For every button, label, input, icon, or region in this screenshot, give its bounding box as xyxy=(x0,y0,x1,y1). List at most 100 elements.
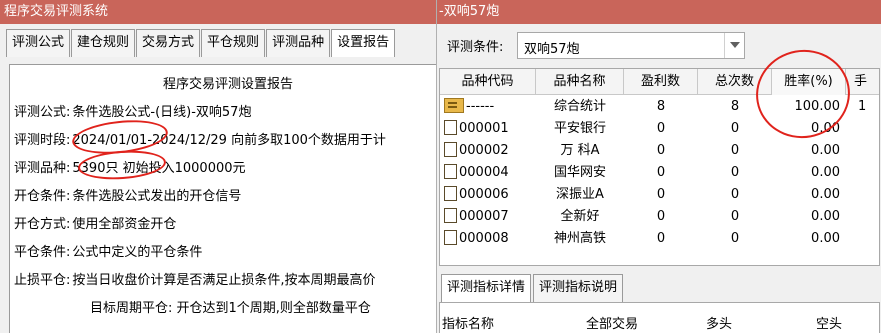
report-line-value: 使用全部资金开仓 xyxy=(72,217,177,232)
cell-name: 万 科A xyxy=(560,143,600,158)
cell-code-text: 000001 xyxy=(459,121,509,136)
condition-value: 双响57炮 xyxy=(524,42,580,57)
settings-report-panel: 程序交易评测设置报告 评测公式: 条件选股公式-(日线)-双响57炮 评测时段: 2… xyxy=(9,64,436,333)
cell-code-text: 000002 xyxy=(459,143,509,158)
cell-name: 全新好 xyxy=(560,209,600,224)
report-line-formula: 评测公式: 条件选股公式-(日线)-双响57炮 xyxy=(14,103,251,123)
cell-total: 0 xyxy=(730,187,740,202)
column-header-name[interactable]: 品种名称 xyxy=(536,69,624,95)
metrics-header-all-trades: 全部交易 xyxy=(586,317,639,332)
cell-win-rate: 0.00 xyxy=(811,143,840,158)
tab-exit-rules[interactable]: 平仓规则 xyxy=(201,29,266,57)
table-row[interactable]: 000007 全新好 0 0 0.00 xyxy=(440,206,879,228)
cell-total: 8 xyxy=(730,99,740,114)
report-heading: 程序交易评测设置报告 xyxy=(162,77,293,92)
tab-metric-description[interactable]: 评测指标说明 xyxy=(533,274,624,302)
results-window: -双响57炮 评测条件: 双响57炮 品种代码 品种名称 盈利数 总次数 胜率(… xyxy=(436,0,881,333)
tab-entry-rules[interactable]: 建仓规则 xyxy=(71,29,136,57)
report-line-stop-loss: 止损平仓: 按当日收盘价计算是否满足止损条件,按本周期最高价 xyxy=(14,271,376,291)
metrics-header-name: 指标名称 xyxy=(442,317,495,332)
stock-icon xyxy=(444,164,457,179)
summary-icon xyxy=(444,98,464,113)
report-line-value: 按当日收盘价计算是否满足止损条件,按本周期最高价 xyxy=(72,273,376,288)
chevron-down-icon xyxy=(730,42,740,48)
cell-code-text: 000008 xyxy=(459,231,509,246)
cell-code: 000002 xyxy=(444,140,536,162)
report-line-period: 评测时段: 2024/01/01-2024/12/29 向前多取100个数据用于计 xyxy=(14,131,386,151)
cell-code-text: 000004 xyxy=(459,165,509,180)
cell-total: 0 xyxy=(730,231,740,246)
report-line-label: 开仓条件: xyxy=(14,189,71,204)
report-line-label: 平仓条件: xyxy=(14,245,71,260)
table-row[interactable]: 000008 神州高铁 0 0 0.00 xyxy=(440,228,879,250)
cell-code: 000004 xyxy=(444,162,536,184)
cell-name: 神州高铁 xyxy=(553,231,606,246)
cell-wins: 0 xyxy=(656,231,666,246)
report-tab-bar: 评测公式 建仓规则 交易方式 平仓规则 评测品种 设置报告 xyxy=(6,29,396,57)
cell-name: 深振业A xyxy=(556,187,604,202)
report-line-value: 条件选股公式-(日线)-双响57炮 xyxy=(72,105,252,120)
cell-wins: 8 xyxy=(656,99,666,114)
table-header: 品种代码 品种名称 盈利数 总次数 胜率(%) 手 xyxy=(440,69,879,95)
report-line-label: 止损平仓: xyxy=(14,273,71,288)
cell-wins: 0 xyxy=(656,209,666,224)
cell-win-rate: 0.00 xyxy=(811,165,840,180)
stock-icon xyxy=(444,208,457,223)
cell-code: 000006 xyxy=(444,184,536,206)
report-line-value: 5390只 初始投入1000000元 xyxy=(72,161,246,176)
cell-name: 平安银行 xyxy=(553,121,606,136)
cell-code: 000007 xyxy=(444,206,536,228)
cell-code: 000008 xyxy=(444,228,536,250)
tab-trade-mode[interactable]: 交易方式 xyxy=(136,29,201,57)
table-row[interactable]: 000001 平安银行 0 0 0.00 xyxy=(440,118,879,140)
table-row[interactable]: 000004 国华网安 0 0 0.00 xyxy=(440,162,879,184)
cell-win-rate: 0.00 xyxy=(811,231,840,246)
cell-wins: 0 xyxy=(656,187,666,202)
cell-total: 0 xyxy=(730,209,740,224)
cell-wins: 0 xyxy=(656,165,666,180)
metrics-table: 指标名称 全部交易 多头 空头 xyxy=(439,302,880,333)
cell-wins: 0 xyxy=(656,143,666,158)
report-line-instruments: 评测品种: 5390只 初始投入1000000元 xyxy=(14,159,246,179)
stock-icon xyxy=(444,230,457,245)
report-line-value: 2024/01/01-2024/12/29 向前多取100个数据用于计 xyxy=(72,133,386,148)
report-line-value: 条件选股公式发出的开仓信号 xyxy=(72,189,242,204)
cell-total: 0 xyxy=(730,143,740,158)
tab-metric-details[interactable]: 评测指标详情 xyxy=(441,274,532,302)
cell-name: 综合统计 xyxy=(553,99,606,114)
report-line-value: 公式中定义的平仓条件 xyxy=(72,245,203,260)
column-header-total[interactable]: 总次数 xyxy=(698,69,772,95)
column-header-code[interactable]: 品种代码 xyxy=(440,69,536,95)
table-row[interactable]: 000006 深振业A 0 0 0.00 xyxy=(440,184,879,206)
cell-win-rate: 0.00 xyxy=(811,121,840,136)
cell-code: ------ xyxy=(444,96,536,118)
column-header-wins[interactable]: 盈利数 xyxy=(624,69,698,95)
tab-instruments[interactable]: 评测品种 xyxy=(266,29,331,57)
metrics-header-long: 多头 xyxy=(706,317,733,332)
tab-formula[interactable]: 评测公式 xyxy=(6,29,71,57)
metrics-tab-bar: 评测指标详情 评测指标说明 xyxy=(441,274,625,302)
column-header-win-rate[interactable]: 胜率(%) xyxy=(772,69,846,95)
stock-icon xyxy=(444,142,457,157)
condition-label: 评测条件: xyxy=(447,40,504,55)
column-header-more[interactable]: 手 xyxy=(846,69,879,95)
cell-wins: 0 xyxy=(656,121,666,136)
table-row[interactable]: 000002 万 科A 0 0 0.00 xyxy=(440,140,879,162)
results-table: 品种代码 品种名称 盈利数 总次数 胜率(%) 手 ------ 综合统计 8 … xyxy=(439,68,880,266)
stock-icon xyxy=(444,186,457,201)
cell-win-rate: 100.00 xyxy=(794,99,841,114)
report-line-label: 评测公式: xyxy=(14,105,71,120)
cell-code: 000001 xyxy=(444,118,536,140)
dropdown-button[interactable] xyxy=(724,33,744,58)
cell-code-text: 000006 xyxy=(459,187,509,202)
report-line-target-period: 目标周期平仓: 开仓达到1个周期,则全部数量平仓 xyxy=(90,299,371,319)
metrics-header-short: 空头 xyxy=(816,317,843,332)
cell-code-text: 000007 xyxy=(459,209,509,224)
condition-select[interactable]: 双响57炮 xyxy=(517,32,745,59)
report-line-label: 评测时段: xyxy=(14,133,71,148)
tab-settings-report[interactable]: 设置报告 xyxy=(331,29,396,57)
report-line-label: 开仓方式: xyxy=(14,217,71,232)
table-row-summary[interactable]: ------ 综合统计 8 8 100.00 1 xyxy=(440,96,879,118)
cell-win-rate: 0.00 xyxy=(811,187,840,202)
report-line-label: 评测品种: xyxy=(14,161,71,176)
